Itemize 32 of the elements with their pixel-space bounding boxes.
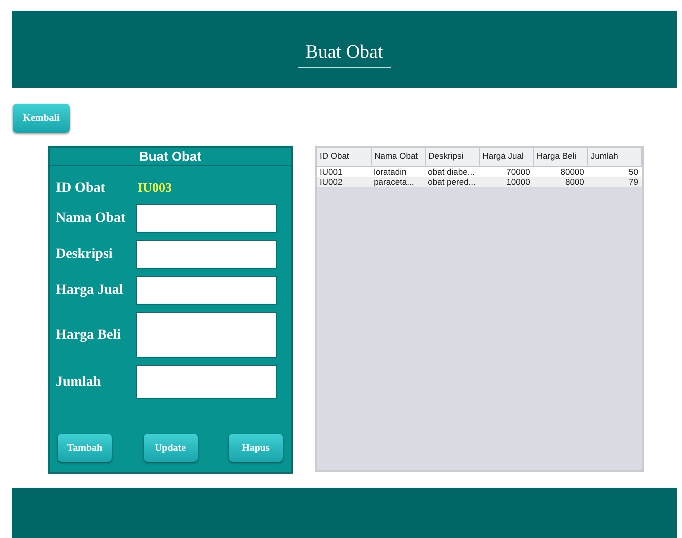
column-header[interactable]: Harga Jual (479, 148, 534, 166)
table-cell: 8000 (533, 176, 588, 186)
input-field[interactable] (136, 365, 277, 399)
id-value: IU003 (138, 179, 172, 198)
table-cell: IU002 (317, 176, 372, 186)
field-label: ID Obat (56, 180, 106, 198)
input-field[interactable] (136, 204, 277, 233)
field-label: Deskripsi (56, 246, 114, 264)
table-cell: obat pered... (425, 176, 480, 186)
table-cell: 79 (587, 176, 642, 186)
table-cell: IU001 (317, 166, 372, 176)
field-label: Harga Beli (56, 326, 122, 344)
column-header[interactable]: Nama Obat (371, 148, 426, 166)
column-header[interactable]: ID Obat (317, 148, 372, 166)
column-header[interactable]: Jumlah (587, 148, 642, 166)
table-cell: 50 (587, 166, 642, 176)
table-cell: 80000 (533, 166, 588, 176)
field-label: Nama Obat (56, 210, 127, 228)
table-cell: obat diabe... (425, 166, 480, 176)
column-header[interactable]: Deskripsi (425, 148, 480, 166)
table-cell: loratadin (371, 166, 426, 176)
input-field[interactable] (136, 276, 277, 305)
column-header[interactable]: Harga Beli (533, 148, 588, 166)
table-cell: 70000 (479, 166, 534, 176)
input-field[interactable] (136, 240, 277, 269)
field-label: Jumlah (56, 374, 102, 392)
field-label: Harga Jual (56, 282, 124, 300)
input-field[interactable] (136, 312, 277, 358)
table-cell: 10000 (479, 176, 534, 186)
page-title: Buat Obat (298, 38, 392, 68)
table-cell: paraceta... (371, 176, 426, 186)
panel-title: Buat Obat (50, 148, 291, 166)
